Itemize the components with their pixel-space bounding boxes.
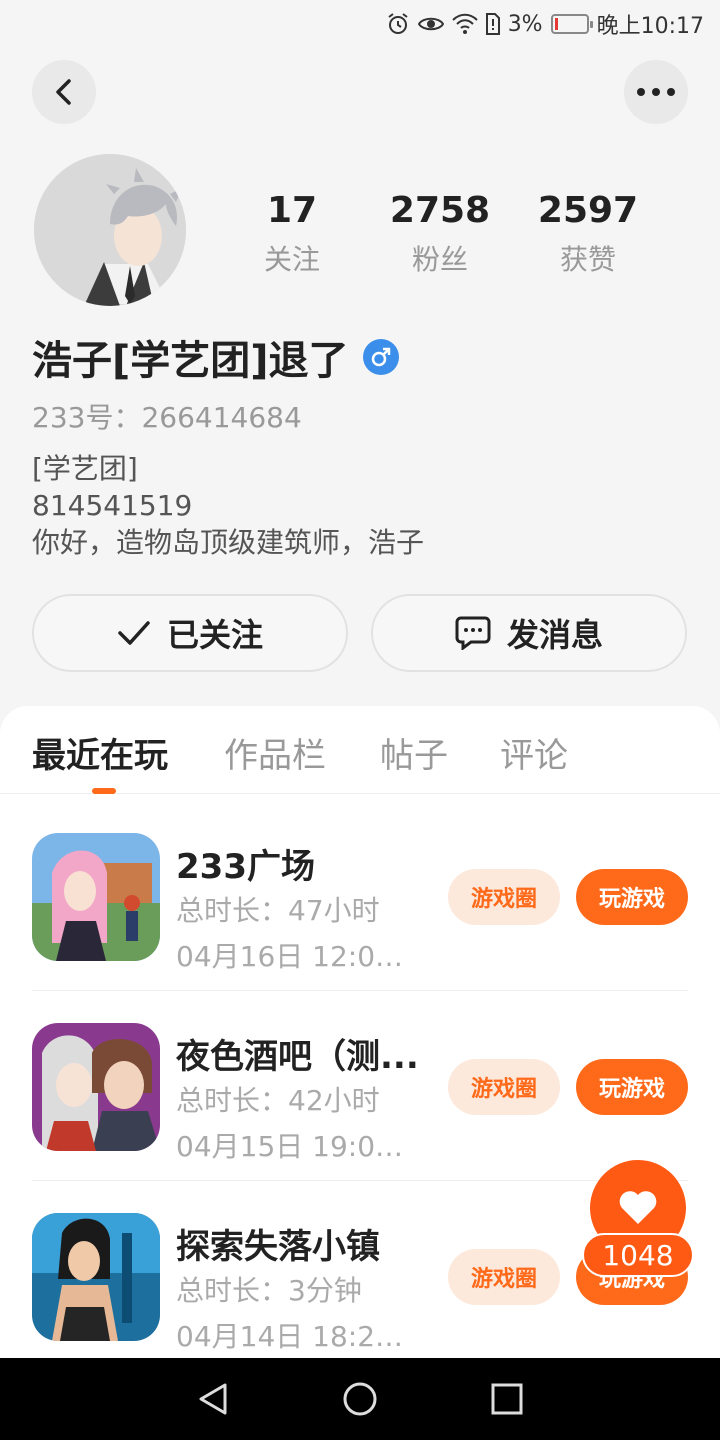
alarm-icon bbox=[388, 13, 408, 34]
game-duration: 总时长：3分钟 bbox=[176, 1274, 362, 1307]
battery-icon bbox=[550, 14, 593, 34]
stat-label: 粉丝 bbox=[411, 243, 468, 276]
game-icon[interactable] bbox=[32, 1023, 160, 1151]
tab-indicator bbox=[92, 788, 116, 794]
game-circle-button[interactable]: 游戏圈 bbox=[448, 1249, 560, 1305]
tab-works[interactable]: 作品栏 bbox=[224, 728, 326, 777]
stat-label: 获赞 bbox=[559, 243, 616, 276]
game-last-played: 04月14日 18:21... bbox=[176, 1320, 416, 1353]
home-circle-icon[interactable] bbox=[342, 1381, 378, 1417]
game-circle-button[interactable]: 游戏圈 bbox=[448, 1059, 560, 1115]
name-row: 浩子[学艺团]退了 bbox=[32, 328, 399, 386]
system-nav-bar bbox=[0, 1358, 720, 1440]
stat-value: 17 bbox=[266, 190, 318, 231]
chevron-left-icon bbox=[56, 79, 71, 105]
game-icon[interactable] bbox=[32, 1213, 160, 1341]
game-title: 夜色酒吧（测... bbox=[176, 1037, 419, 1077]
sim-icon bbox=[485, 13, 500, 35]
heart-icon bbox=[619, 1191, 657, 1224]
game-last-played: 04月15日 19:01... bbox=[176, 1130, 416, 1163]
stat-label: 关注 bbox=[263, 243, 320, 276]
stat-likes[interactable]: 2597 获赞 bbox=[518, 188, 658, 278]
back-button[interactable] bbox=[32, 60, 96, 124]
tab-posts[interactable]: 帖子 bbox=[380, 728, 448, 777]
bio-line: [学艺团] bbox=[32, 452, 138, 485]
followed-label: 已关注 bbox=[166, 616, 263, 654]
bio-line: 你好，造物岛顶级建筑师，浩子 bbox=[32, 526, 425, 559]
game-row[interactable]: 233广场 总时长：47小时 04月16日 12:05... 游戏圈 玩游戏 bbox=[32, 801, 688, 991]
tab-recent-playing[interactable]: 最近在玩 bbox=[32, 728, 168, 777]
chat-bubble-icon bbox=[455, 616, 491, 650]
stat-value: 2597 bbox=[537, 190, 639, 231]
more-dots-icon bbox=[637, 88, 675, 96]
tab-comments[interactable]: 评论 bbox=[500, 728, 568, 777]
battery-percent: 3% bbox=[507, 11, 543, 37]
stat-following[interactable]: 17 关注 bbox=[222, 188, 362, 278]
eye-icon bbox=[417, 17, 444, 31]
message-label: 发消息 bbox=[506, 616, 603, 654]
recents-square-icon[interactable] bbox=[489, 1381, 525, 1417]
game-duration: 总时长：42小时 bbox=[176, 1084, 380, 1117]
profile-stats: 17 关注 2758 粉丝 2597 获赞 bbox=[0, 188, 720, 288]
followed-button[interactable]: 已关注 bbox=[32, 594, 348, 672]
stat-value: 2758 bbox=[389, 190, 491, 231]
back-triangle-icon[interactable] bbox=[195, 1381, 231, 1417]
message-button[interactable]: 发消息 bbox=[371, 594, 687, 672]
tab-bar: 最近在玩 作品栏 帖子 评论 bbox=[0, 706, 720, 794]
male-icon bbox=[362, 339, 399, 375]
game-circle-button[interactable]: 游戏圈 bbox=[448, 869, 560, 925]
game-title: 探索失落小镇 bbox=[176, 1227, 380, 1267]
play-game-button[interactable]: 玩游戏 bbox=[576, 1059, 688, 1115]
game-row[interactable]: 夜色酒吧（测... 总时长：42小时 04月15日 19:01... 游戏圈 玩… bbox=[32, 991, 688, 1181]
game-duration: 总时长：47小时 bbox=[176, 894, 380, 927]
user-id: 233号：266414684 bbox=[32, 401, 302, 434]
bio-line: 814541519 bbox=[32, 489, 193, 522]
game-icon[interactable] bbox=[32, 833, 160, 961]
game-title: 233广场 bbox=[176, 847, 315, 887]
more-button[interactable] bbox=[624, 60, 688, 124]
wifi-icon bbox=[451, 13, 478, 34]
stat-followers[interactable]: 2758 粉丝 bbox=[370, 188, 510, 278]
status-bar: 3% 晚上10:17 bbox=[0, 0, 720, 48]
game-last-played: 04月16日 12:05... bbox=[176, 940, 416, 973]
user-name: 浩子[学艺团]退了 bbox=[32, 338, 349, 384]
bio: [学艺团] 814541519 你好，造物岛顶级建筑师，浩子 bbox=[32, 450, 424, 561]
play-game-button[interactable]: 玩游戏 bbox=[576, 869, 688, 925]
like-count: 1048 bbox=[582, 1233, 694, 1277]
clock: 晚上10:17 bbox=[596, 14, 704, 39]
check-icon bbox=[118, 621, 150, 645]
